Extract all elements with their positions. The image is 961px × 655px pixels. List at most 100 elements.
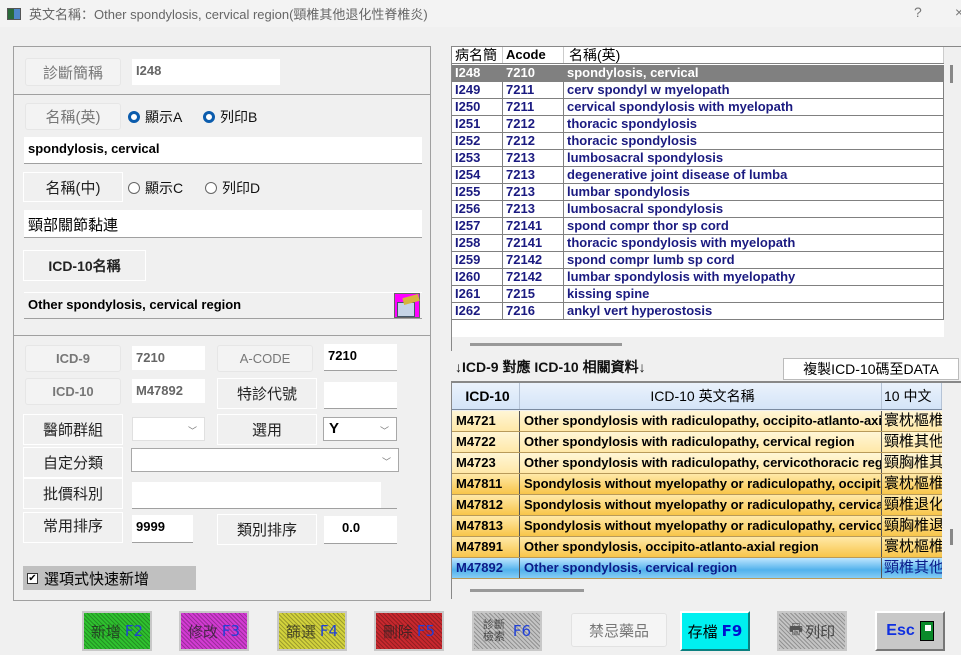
icd10-code-cell: M4721 [452,411,520,431]
table-row[interactable]: M47891 Other spondylosis, occipito-atlant… [452,537,942,558]
window-title: 英文名稱：Other spondylosis, cervical region(… [29,7,428,22]
icd10-label: ICD-10 [25,378,121,405]
common-sort-label: 常用排序 [23,512,123,543]
radio-print-b[interactable]: 列印B [203,107,257,127]
diag-code-cell: I249 [452,82,503,98]
button-key: F6 [512,622,532,640]
diag-grid-hscroll[interactable] [470,343,622,346]
table-row[interactable]: I256 7213 lumbosacral spondylosis [452,201,944,218]
edit-button[interactable]: 修改 F3 [179,611,249,651]
button-key: F3 [221,622,241,640]
table-row[interactable]: I249 7211 cerv spondyl w myelopath [452,82,944,99]
icd10-name-zh-cell: 頸椎其他 [884,559,942,576]
name-en-field[interactable]: spondylosis, cervical [24,137,422,164]
diag-short-field[interactable]: I248 [132,59,280,85]
copy-icd10-button[interactable]: 複製ICD-10碼至DATA [783,358,959,380]
table-row[interactable]: I254 7213 degenerative joint disease of lu… [452,167,944,184]
column-header[interactable]: 病名簡 [452,47,503,63]
table-row[interactable]: I258 72141 thoracic spondylosis with myelo… [452,235,944,252]
table-row[interactable]: M4723 Other spondylosis with radiculopath… [452,453,942,474]
acode-cell: 7213 [503,167,564,183]
mapping-section-label: ↓ICD-9 對應 ICD-10 相關資料↓ [455,359,646,375]
column-header[interactable]: 名稱(英) [564,47,944,63]
column-header[interactable]: ICD-10 [452,383,520,409]
icd10-grid-hscroll[interactable] [470,589,584,592]
table-row[interactable]: I262 7216 ankyl vert hyperostosis [452,303,944,320]
price-dept-field[interactable] [132,482,397,509]
esc-button[interactable]: Esc [875,611,945,651]
acode-cell: 7210 [503,65,564,81]
table-row[interactable]: I259 72142 spond compr lumb sp cord [452,252,944,269]
radio-dot [205,182,217,194]
icd10-field[interactable]: M47892 [132,379,205,403]
save-button[interactable]: 存檔 F9 [680,611,750,651]
help-button[interactable]: ? [914,4,922,20]
radio-print-d[interactable]: 列印D [205,178,260,198]
name-en-cell: thoracic spondylosis with myelopath [564,235,944,251]
diag-grid-vscroll[interactable] [950,65,953,83]
forbidden-drugs-button[interactable]: 禁忌藥品 [571,613,667,647]
print-button[interactable]: 🖶 列印 [777,611,847,651]
table-row[interactable]: I248 7210 spondylosis, cervical [452,65,944,82]
close-button[interactable]: × [955,4,961,20]
table-row[interactable]: I257 72141 spond compr thor sp cord [452,218,944,235]
table-row[interactable]: I260 72142 lumbar spondylosis with myelopa… [452,269,944,286]
column-header[interactable]: ICD-10 英文名稱 [520,383,882,409]
divider [13,94,431,95]
radio-label: 顯示A [145,109,183,125]
diag-code-cell: I254 [452,167,503,183]
category-sort-field[interactable]: 0.0 [324,516,397,544]
button-label: 診斷檢索 [482,619,505,643]
table-row[interactable]: M47811 Spondylosis without myelopathy or … [452,474,942,495]
table-row[interactable]: I251 7212 thoracic spondylosis [452,116,944,133]
add-button[interactable]: 新增 F2 [82,611,152,651]
quick-add-checkbox[interactable]: ✔ 選項式快速新增 [23,566,196,590]
table-row[interactable]: I252 7212 thoracic spondylosis [452,133,944,150]
table-row[interactable]: M47812 Spondylosis without myelopathy or … [452,495,942,516]
icd10-name-field: Other spondylosis, cervical region [24,292,422,319]
special-code-field[interactable] [324,382,397,409]
button-label: 存檔 [687,623,718,641]
name-en-cell: cerv spondyl w myelopath [564,82,944,98]
use-select[interactable]: Y ﹀ [323,417,397,441]
name-en-label: 名稱(英) [25,103,121,130]
table-row[interactable]: M4721 Other spondylosis with radiculopath… [452,411,942,432]
icd10-grid-vscroll[interactable] [950,529,953,545]
custom-category-select[interactable]: ﹀ [131,448,399,472]
table-row[interactable]: I261 7215 kissing spine [452,286,944,303]
icd10-name-zh-cell: 寰枕樞椎 [884,412,942,429]
common-sort-field[interactable]: 9999 [132,515,193,543]
acode-cell: 7216 [503,303,564,319]
acode-cell: 7212 [503,116,564,132]
radio-show-a[interactable]: 顯示A [128,107,182,127]
acode-cell: 7213 [503,150,564,166]
doctor-group-select[interactable]: ﹀ [132,417,205,441]
icd10-name-zh-cell: 寰枕樞椎 [884,475,942,492]
table-row[interactable]: M47813 Spondylosis without myelopathy or … [452,516,942,537]
name-en-cell: thoracic spondylosis [564,116,944,132]
acode-cell: 7213 [503,184,564,200]
column-header[interactable]: 10 中文 [882,383,942,409]
diag-code-cell: I253 [452,150,503,166]
notepad-icon[interactable] [394,293,420,318]
delete-button[interactable]: 刪除 F5 [374,611,444,651]
diag-short-label: 診斷簡稱 [25,58,121,86]
button-label: 新增 [90,623,121,641]
table-row[interactable]: M4722 Other spondylosis with radiculopath… [452,432,942,453]
icd9-field[interactable]: 7210 [132,346,205,370]
column-header[interactable]: Acode [503,47,564,63]
radio-show-c[interactable]: 顯示C [128,178,183,198]
chevron-down-icon: ﹀ [187,426,197,436]
name-en-cell: ankyl vert hyperostosis [564,303,944,319]
table-row[interactable]: I250 7211 cervical spondylosis with myelop… [452,99,944,116]
price-dept-label: 批價科別 [23,478,123,509]
table-row[interactable]: M47892 Other spondylosis, cervical region… [452,558,942,579]
diag-search-button[interactable]: 診斷檢索 F6 [472,611,542,651]
icd10-name-en-cell: Other spondylosis with radiculopathy, oc… [520,411,882,431]
acode-field[interactable]: 7210 [324,344,397,371]
filter-button[interactable]: 篩選 F4 [277,611,347,651]
table-row[interactable]: I253 7213 lumbosacral spondylosis [452,150,944,167]
name-zh-field[interactable]: 頸部關節黏連 [24,210,422,238]
table-row[interactable]: I255 7213 lumbar spondylosis [452,184,944,201]
price-dept-scroll[interactable] [381,482,397,508]
